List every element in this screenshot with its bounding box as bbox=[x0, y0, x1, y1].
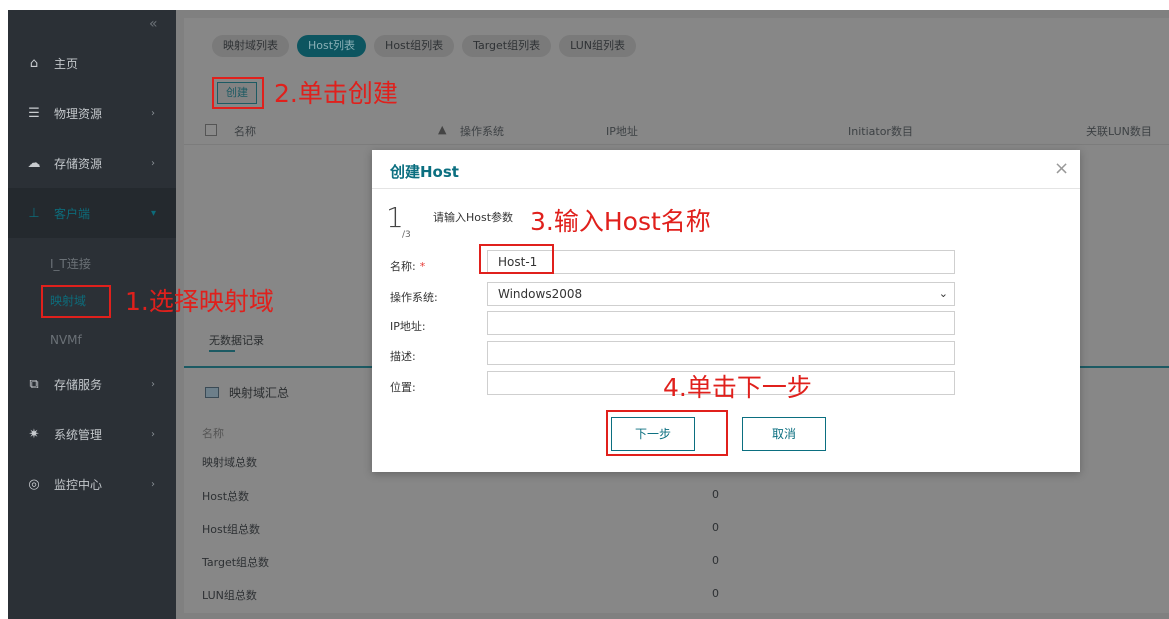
network-icon: ⊥ bbox=[28, 205, 40, 221]
location-label: 位置: bbox=[390, 381, 416, 394]
nav-label: 监控中心 bbox=[54, 477, 103, 492]
summary-header-label: 名称 bbox=[202, 427, 224, 440]
dialog-divider bbox=[372, 188, 1080, 189]
column-initiator-count[interactable]: Initiator数目 bbox=[848, 123, 913, 139]
nav-label: 存储资源 bbox=[54, 156, 103, 171]
nav-label: 系统管理 bbox=[54, 427, 103, 442]
annotation-step-1: 1.选择映射域 bbox=[125, 287, 274, 316]
ip-label: IP地址: bbox=[390, 320, 426, 333]
table-header: 名称 ▲ 操作系统 IP地址 Initiator数目 关联LUN数目 bbox=[184, 118, 1169, 144]
host-name-input[interactable]: Host-1 bbox=[487, 250, 955, 274]
empty-state-underline bbox=[209, 350, 235, 352]
server-icon: ☰ bbox=[28, 105, 40, 121]
select-all-checkbox[interactable] bbox=[205, 124, 217, 136]
sub-item-nvmf[interactable]: NVMf bbox=[8, 327, 176, 353]
home-icon: ⌂ bbox=[29, 55, 39, 71]
os-select[interactable]: Windows2008 ⌄ bbox=[487, 282, 955, 306]
sub-item-it-connection[interactable]: I_T连接 bbox=[8, 251, 176, 277]
column-os[interactable]: 操作系统 bbox=[460, 123, 504, 139]
annotation-box-next bbox=[606, 410, 728, 456]
nav-item-physical-resources[interactable]: ☰ 物理资源 › bbox=[8, 88, 176, 138]
nav-label: 客户端 bbox=[54, 206, 91, 221]
tab-bar: 映射域列表 Host列表 Host组列表 Target组列表 LUN组列表 bbox=[212, 35, 636, 57]
summary-row-value: 0 bbox=[712, 587, 719, 600]
annotation-step-2: 2.单击创建 bbox=[274, 79, 398, 108]
tab-lun-group-list[interactable]: LUN组列表 bbox=[559, 35, 636, 57]
empty-state-text: 无数据记录 bbox=[209, 334, 264, 347]
nav-label: 主页 bbox=[54, 56, 79, 71]
summary-row-value: 0 bbox=[712, 554, 719, 567]
summary-title-text: 映射域汇总 bbox=[229, 386, 290, 400]
summary-row-label: 映射域总数 bbox=[202, 456, 257, 469]
description-label: 描述: bbox=[390, 350, 416, 363]
summary-row-value: 0 bbox=[712, 521, 719, 534]
tab-target-group-list[interactable]: Target组列表 bbox=[462, 35, 552, 57]
chevron-right-icon: › bbox=[151, 478, 155, 490]
nav-item-storage-services[interactable]: ⧉ 存储服务 › bbox=[8, 359, 176, 409]
cloud-icon: ☁ bbox=[27, 155, 41, 171]
description-input[interactable] bbox=[487, 341, 955, 365]
summary-row: Host总数 0 bbox=[202, 488, 1002, 504]
sort-asc-icon[interactable]: ▲ bbox=[438, 123, 446, 136]
step-description: 请输入Host参数 bbox=[433, 211, 514, 224]
nav-item-client[interactable]: ⊥ 客户端 ▾ bbox=[8, 188, 176, 238]
chevron-right-icon: › bbox=[151, 157, 155, 169]
dialog-title: 创建Host bbox=[390, 163, 459, 181]
chevron-right-icon: › bbox=[151, 428, 155, 440]
nav-item-storage-resources[interactable]: ☁ 存储资源 › bbox=[8, 138, 176, 188]
summary-row-label: LUN组总数 bbox=[202, 589, 257, 602]
summary-row-value: 0 bbox=[712, 488, 719, 501]
chevron-down-icon: ⌄ bbox=[938, 287, 948, 300]
chevron-down-icon: ▾ bbox=[151, 207, 157, 219]
annotation-box-mapping-domain bbox=[41, 285, 111, 318]
summary-row-label: Target组总数 bbox=[202, 556, 270, 569]
copy-icon: ⧉ bbox=[29, 376, 39, 392]
summary-row: Host组总数 0 bbox=[202, 521, 1002, 537]
cancel-button[interactable]: 取消 bbox=[742, 417, 826, 451]
summary-row: LUN组总数 0 bbox=[202, 587, 1002, 603]
column-lun-count[interactable]: 关联LUN数目 bbox=[1086, 123, 1152, 139]
required-marker: * bbox=[419, 260, 426, 273]
image-icon bbox=[205, 387, 219, 398]
name-label-text: 名称: bbox=[390, 260, 416, 273]
tab-host-group-list[interactable]: Host组列表 bbox=[374, 35, 455, 57]
annotation-step-3: 3.输入Host名称 bbox=[530, 207, 711, 236]
table-divider bbox=[184, 144, 1169, 145]
ip-address-input[interactable] bbox=[487, 311, 955, 335]
summary-row: Target组总数 0 bbox=[202, 554, 1002, 570]
collapse-icon[interactable]: « bbox=[149, 16, 158, 32]
column-name[interactable]: 名称 bbox=[234, 123, 256, 139]
name-label: 名称: * bbox=[390, 258, 425, 274]
annotation-step-4: 4.单击下一步 bbox=[663, 373, 812, 402]
nav-item-monitoring-center[interactable]: ◎ 监控中心 › bbox=[8, 459, 176, 509]
annotation-box-host-name bbox=[479, 244, 554, 274]
annotation-box-create bbox=[212, 77, 264, 109]
chevron-right-icon: › bbox=[151, 107, 155, 119]
chevron-right-icon: › bbox=[151, 378, 155, 390]
dashboard-icon: ◎ bbox=[28, 476, 40, 492]
os-select-value: Windows2008 bbox=[498, 287, 583, 301]
summary-title: 映射域汇总 bbox=[205, 384, 289, 401]
nav-label: 存储服务 bbox=[54, 377, 103, 392]
summary-row-label: Host组总数 bbox=[202, 523, 261, 536]
tab-host-list[interactable]: Host列表 bbox=[297, 35, 367, 57]
step-total: /3 bbox=[402, 230, 411, 240]
nav-item-system-management[interactable]: ✷ 系统管理 › bbox=[8, 409, 176, 459]
nav-item-home[interactable]: ⌂ 主页 bbox=[8, 38, 176, 88]
os-label: 操作系统: bbox=[390, 291, 438, 304]
column-ip[interactable]: IP地址 bbox=[606, 123, 638, 139]
gear-icon: ✷ bbox=[28, 426, 40, 442]
summary-row-label: Host总数 bbox=[202, 490, 250, 503]
tab-mapping-domain-list[interactable]: 映射域列表 bbox=[212, 35, 289, 57]
nav-label: 物理资源 bbox=[54, 106, 103, 121]
close-icon[interactable]: × bbox=[1054, 158, 1069, 179]
